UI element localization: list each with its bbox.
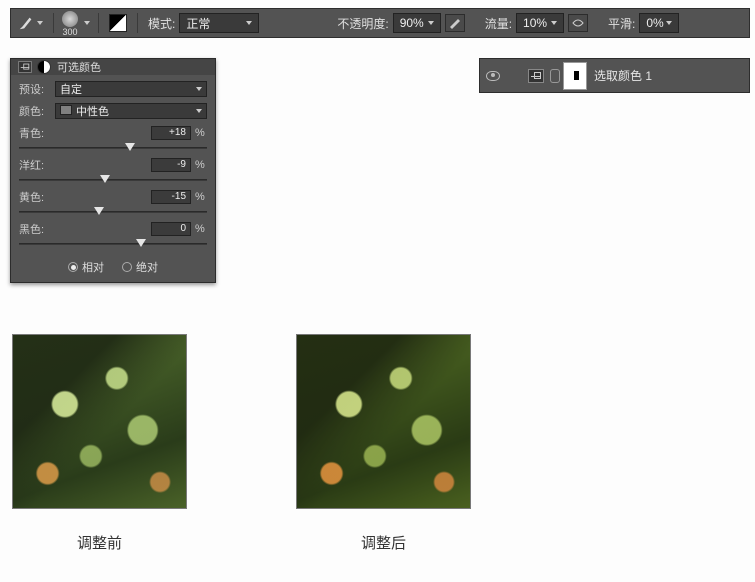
layer-mask-thumbnail[interactable] [564,63,586,89]
slider-label: 洋红: [19,157,151,173]
mask-link-icon[interactable] [550,69,560,83]
caption-after: 调整后 [296,532,471,553]
radio-icon [68,262,78,272]
mode-select[interactable]: 正常 [179,13,259,33]
slider-row: 黄色:-15% [19,189,207,219]
colors-label: 颜色: [19,103,55,119]
separator [137,13,138,33]
chevron-down-icon [196,109,202,113]
slider-thumb[interactable] [125,143,135,151]
percent-label: % [195,159,207,171]
brush-size-value: 300 [62,27,77,37]
layer-row[interactable]: 选取颜色 1 [479,58,750,93]
method-group: 相对 绝对 [19,259,207,275]
pressure-opacity-toggle[interactable] [445,14,465,32]
adjustment-layer-icon [528,69,544,83]
mode-value: 正常 [186,15,210,32]
slider-value-input[interactable]: -15 [151,190,191,204]
opacity-group: 不透明度: 90% [331,9,470,37]
smoothing-value: 0% [646,16,663,30]
separator [53,13,54,33]
chevron-down-icon [246,21,252,25]
tablet-pressure-icon [448,17,462,29]
colors-row: 颜色: 中性色 [19,101,207,121]
preview-after-image [296,334,471,509]
airbrush-toggle[interactable] [568,14,588,32]
colors-select[interactable]: 中性色 [55,103,207,119]
selective-color-panel: 可选颜色 预设: 自定 颜色: 中性色 青色:+18%洋红:-9%黄色:-15%… [10,58,216,283]
method-relative-label: 相对 [82,259,104,275]
slider-line [19,243,207,245]
slider-row: 洋红:-9% [19,157,207,187]
chevron-down-icon[interactable] [84,21,90,25]
brush-panel-toggle[interactable] [103,9,133,37]
preset-select[interactable]: 自定 [55,81,207,97]
method-relative[interactable]: 相对 [68,259,104,275]
percent-label: % [195,223,207,235]
slider-thumb[interactable] [136,239,146,247]
opacity-value: 90% [400,16,424,30]
mode-label: 模式: [148,15,175,32]
chevron-down-icon [196,87,202,91]
smoothing-select[interactable]: 0% [639,13,679,33]
slider-thumb[interactable] [94,207,104,215]
percent-label: % [195,127,207,139]
method-absolute-label: 绝对 [136,259,158,275]
caption-before: 调整前 [12,532,187,553]
color-swatch-icon [60,105,72,115]
flow-select[interactable]: 10% [516,13,564,33]
radio-icon [122,262,132,272]
separator [98,13,99,33]
opacity-select[interactable]: 90% [393,13,441,33]
slider-label: 黄色: [19,189,151,205]
slider-line [19,179,207,181]
flow-label: 流量: [485,15,512,32]
brush-icon [17,14,35,32]
preset-row: 预设: 自定 [19,79,207,99]
slider-line [19,211,207,213]
slider-row: 青色:+18% [19,125,207,155]
slider-value-input[interactable]: -9 [151,158,191,172]
smoothing-group: 平滑: 0% [602,9,685,37]
slider-line [19,147,207,149]
slider-track[interactable] [19,207,207,219]
percent-label: % [195,191,207,203]
slider-label: 青色: [19,125,151,141]
brush-preset-picker[interactable]: 300 [58,9,82,37]
options-bar: 300 模式: 正常 不透明度: 90% 流量: 10% 平滑: [10,8,750,38]
adjustment-icon [18,61,32,73]
panel-titlebar[interactable]: 可选颜色 [11,59,215,75]
tool-preset-picker[interactable] [11,9,49,37]
method-absolute[interactable]: 绝对 [122,259,158,275]
chevron-down-icon [37,21,43,25]
preview-before-image [12,334,187,509]
flow-value: 10% [523,16,547,30]
opacity-label: 不透明度: [337,15,388,32]
layer-name[interactable]: 选取颜色 1 [594,67,652,84]
airbrush-icon [571,17,585,29]
slider-thumb[interactable] [100,175,110,183]
chevron-down-icon [666,21,672,25]
brush-preview-icon [62,11,78,27]
smoothing-label: 平滑: [608,15,635,32]
slider-row: 黑色:0% [19,221,207,251]
panel-title-text: 可选颜色 [57,59,101,75]
preset-label: 预设: [19,81,55,97]
contrast-icon [109,14,127,32]
slider-label: 黑色: [19,221,151,237]
preset-value: 自定 [60,81,82,97]
slider-track[interactable] [19,143,207,155]
chevron-down-icon [551,21,557,25]
slider-track[interactable] [19,175,207,187]
slider-value-input[interactable]: 0 [151,222,191,236]
colors-value: 中性色 [60,103,109,119]
visibility-eye-icon[interactable] [486,71,500,81]
slider-track[interactable] [19,239,207,251]
flow-group: 流量: 10% [479,9,594,37]
selective-color-icon [37,60,51,74]
panel-body: 预设: 自定 颜色: 中性色 青色:+18%洋红:-9%黄色:-15%黑色:0%… [11,75,215,283]
chevron-down-icon [428,21,434,25]
slider-value-input[interactable]: +18 [151,126,191,140]
mode-group: 模式: 正常 [142,9,265,37]
